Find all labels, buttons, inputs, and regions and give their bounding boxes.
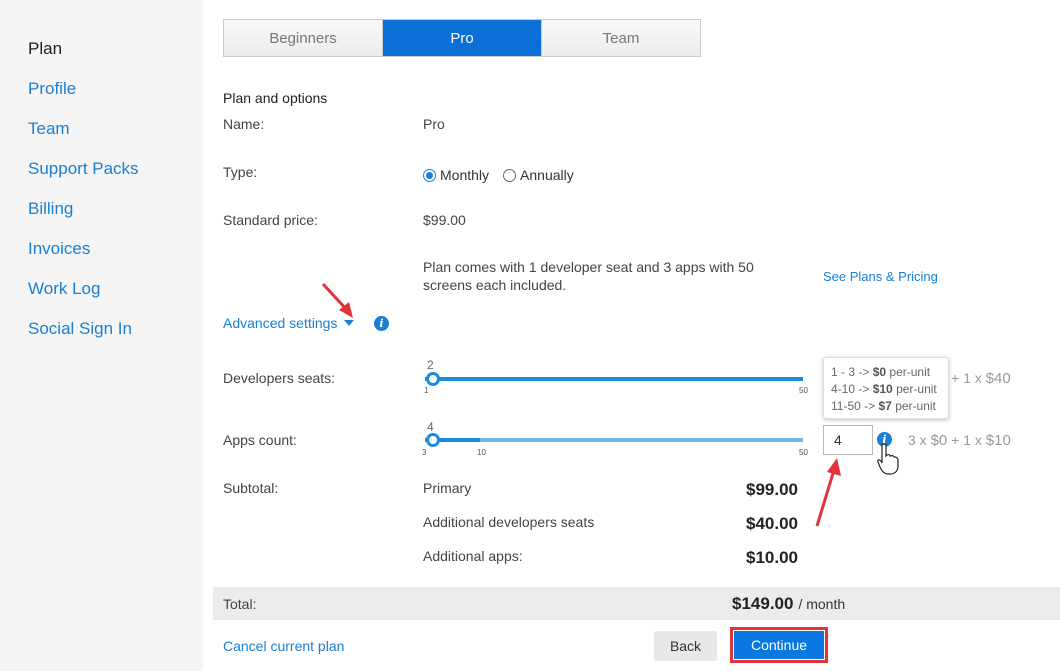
name-value: Pro (423, 116, 445, 132)
apps-slider-track[interactable] (425, 438, 803, 442)
apps-formula-b-price: $10 (985, 432, 1011, 449)
developers-slider-track[interactable] (425, 377, 803, 381)
radio-monthly[interactable]: Monthly (423, 167, 489, 183)
subtotal-row-amount: $40.00 (746, 514, 798, 533)
subtotal-row-label: Additional developers seats (423, 514, 595, 530)
annotation-arrow-icon (321, 282, 353, 318)
type-radio-group: Monthly Annually (423, 167, 574, 183)
apps-formula: 3 x $0 + 1 x $10 (908, 432, 1011, 449)
developers-formula: + 1 x $40 (951, 370, 1011, 387)
sidebar-item-support-packs[interactable]: Support Packs (28, 159, 139, 179)
subtotal-row-label: Primary (423, 480, 472, 496)
apps-formula-a-price: $0 (930, 432, 948, 449)
hand-cursor-icon (877, 443, 899, 475)
apps-slider-min: 3 (422, 448, 427, 457)
developers-formula-price: $40 (985, 370, 1011, 387)
radio-annually[interactable]: Annually (503, 167, 574, 183)
developers-formula-suffix: + 1 x (951, 370, 982, 386)
see-plans-pricing-link[interactable]: See Plans & Pricing (823, 269, 938, 284)
plan-tabs: Beginners Pro Team (223, 19, 701, 57)
cancel-plan-link[interactable]: Cancel current plan (223, 638, 344, 654)
apps-slider-value: 4 (427, 420, 434, 434)
radio-dot-checked (423, 168, 436, 182)
developers-slider-value: 2 (427, 358, 434, 372)
sidebar-item-invoices[interactable]: Invoices (28, 239, 90, 259)
developers-slider-handle[interactable] (426, 372, 440, 386)
radio-monthly-label: Monthly (440, 167, 490, 183)
apps-slider-handle[interactable] (426, 433, 440, 447)
developers-seats-label: Developers seats: (223, 370, 336, 386)
subtotal-label: Subtotal: (223, 480, 279, 496)
tab-team[interactable]: Team (542, 20, 700, 56)
back-button[interactable]: Back (654, 631, 717, 661)
total-amount: $149.00 (732, 594, 794, 613)
apps-slider-mid: 10 (477, 448, 486, 457)
apps-formula-b: + 1 x (951, 432, 982, 448)
apps-formula-a: 3 x (908, 432, 927, 448)
annotation-arrow-icon (815, 458, 841, 527)
radio-dot (503, 168, 517, 182)
subtotal-row-amount: $10.00 (746, 548, 798, 567)
total-period: / month (798, 596, 846, 612)
tooltip-line: 1 - 3 -> $0 per-unit (831, 365, 931, 379)
sidebar-item-billing[interactable]: Billing (28, 199, 73, 219)
price-value: $99.00 (423, 212, 466, 228)
section-title: Plan and options (223, 90, 328, 106)
subtotal-row-amount: $99.00 (746, 480, 798, 499)
sidebar-item-work-log[interactable]: Work Log (28, 279, 100, 299)
sidebar-item-social-sign-in[interactable]: Social Sign In (28, 319, 132, 339)
name-label: Name: (223, 116, 265, 132)
continue-button[interactable]: Continue (734, 631, 824, 659)
sidebar-item-profile[interactable]: Profile (28, 79, 76, 99)
subtotal-row-label: Additional apps: (423, 548, 523, 564)
total-label: Total: (223, 596, 257, 612)
tab-pro[interactable]: Pro (383, 20, 542, 56)
sidebar-item-team[interactable]: Team (28, 119, 70, 139)
type-label: Type: (223, 164, 258, 180)
sidebar: Plan Profile Team Support Packs Billing … (0, 0, 203, 671)
main-content: Beginners Pro Team Plan and options Name… (203, 0, 1060, 671)
developers-slider-max: 50 (799, 386, 808, 395)
tooltip-line: 11-50 -> $7 per-unit (831, 399, 936, 413)
radio-annually-label: Annually (520, 167, 574, 183)
price-label: Standard price: (223, 212, 318, 228)
tab-beginners[interactable]: Beginners (224, 20, 383, 56)
sidebar-item-plan[interactable]: Plan (28, 39, 62, 59)
developers-slider-min: 1 (424, 386, 429, 395)
total-bar (213, 587, 1060, 620)
tooltip-line: 4-10 -> $10 per-unit (831, 382, 937, 396)
total-amount-group: $149.00 / month (732, 594, 845, 614)
info-icon[interactable]: i (374, 316, 389, 331)
pricing-tooltip: 1 - 3 -> $0 per-unit 4-10 -> $10 per-uni… (823, 357, 949, 419)
plan-description: Plan comes with 1 developer seat and 3 a… (423, 259, 754, 293)
apps-count-label: Apps count: (223, 432, 297, 448)
